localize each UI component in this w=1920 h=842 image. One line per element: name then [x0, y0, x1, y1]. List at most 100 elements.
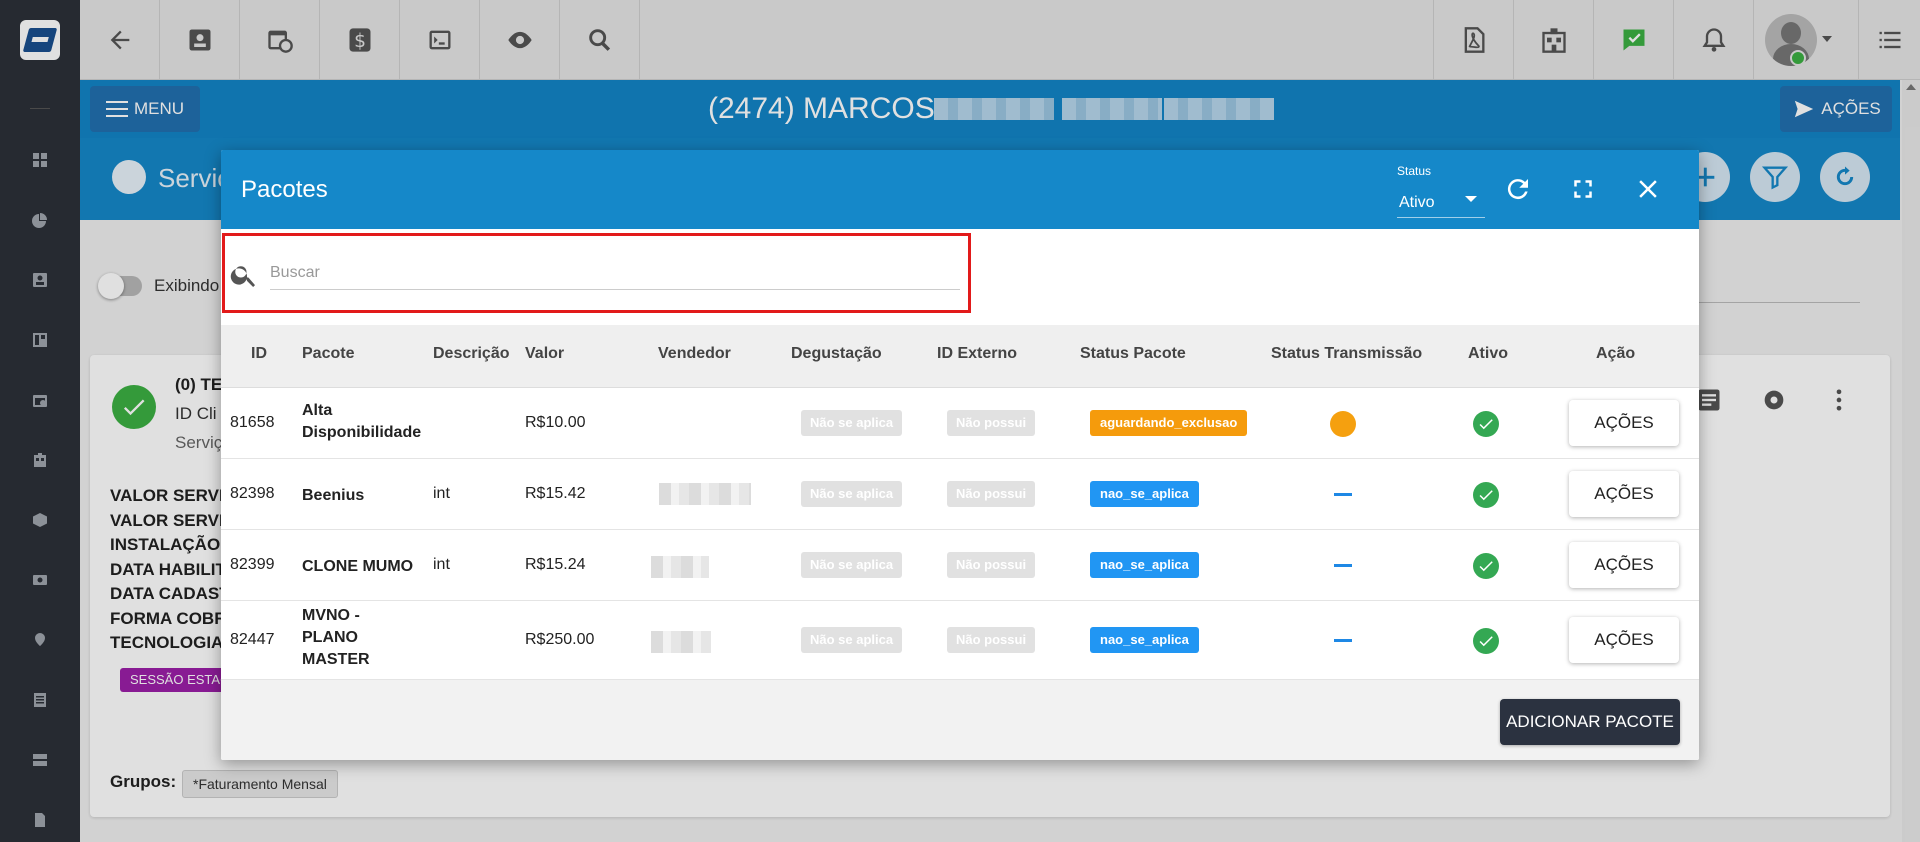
column-header[interactable]: Status Transmissão [1271, 345, 1422, 363]
cell-id: 81658 [230, 414, 275, 431]
money-icon[interactable] [32, 572, 48, 588]
column-header[interactable]: Status Pacote [1080, 345, 1186, 363]
package-icon[interactable] [32, 512, 48, 528]
acoes-header-button[interactable]: AÇÕES [1780, 86, 1892, 132]
page-scrollbar[interactable] [1902, 80, 1920, 842]
row-acoes-button[interactable]: AÇÕES [1569, 542, 1679, 588]
row-acoes-button[interactable]: AÇÕES [1569, 471, 1679, 517]
refresh-icon[interactable] [1503, 174, 1533, 204]
table-header: ID Pacote Descrição Valor Vendedor Degus… [221, 325, 1699, 388]
search-highlight [222, 233, 971, 313]
card-line: DATA HABILIT [110, 559, 226, 579]
redacted-vendedor [659, 483, 751, 505]
bell-icon[interactable] [1673, 0, 1753, 80]
degustacao-chip: Não se aplica [801, 552, 903, 578]
client-title: (2474) MARCOS [708, 92, 935, 125]
status-label: Status [1397, 164, 1432, 178]
document-icon[interactable] [32, 812, 48, 828]
active-check-icon [1473, 411, 1499, 437]
adicionar-pacote-button[interactable]: ADICIONAR PACOTE [1500, 699, 1680, 745]
column-header[interactable]: Ação [1596, 345, 1635, 363]
grupo-chip[interactable]: *Faturamento Mensal [182, 770, 338, 798]
redacted-name [1164, 98, 1274, 120]
dashboard-icon[interactable] [32, 152, 48, 168]
more-vert-icon[interactable] [1825, 386, 1853, 414]
list-doc-icon[interactable] [32, 692, 48, 708]
globe-icon [112, 160, 146, 194]
column-header[interactable]: Vendedor [658, 345, 731, 363]
search-input[interactable] [270, 256, 960, 290]
server-icon[interactable] [32, 752, 48, 768]
fullscreen-icon[interactable] [1568, 174, 1598, 204]
row-acoes-button[interactable]: AÇÕES [1569, 617, 1679, 663]
column-header[interactable]: Degustação [791, 345, 882, 363]
cell-id: 82398 [230, 485, 275, 502]
status-select[interactable]: Ativo [1397, 188, 1485, 218]
eye-icon[interactable] [480, 0, 560, 80]
table-row: 82398 Beenius int R$15.42 Não se aplica … [221, 459, 1699, 530]
card-title: (0) TE [175, 375, 223, 394]
card-line: DATA CADAST [110, 584, 230, 603]
active-check-icon [1473, 628, 1499, 654]
exibindo-toggle[interactable] [98, 273, 142, 299]
message-check-icon[interactable] [1593, 0, 1673, 80]
sidebar-divider [30, 108, 50, 109]
chevron-down-icon[interactable] [1822, 36, 1832, 42]
gear-icon[interactable] [1760, 386, 1788, 414]
modal-footer: ADICIONAR PACOTE [221, 680, 1699, 760]
status-pacote-chip: nao_se_aplica [1090, 552, 1199, 578]
map-pin-icon[interactable] [32, 632, 48, 648]
degustacao-chip: Não se aplica [801, 627, 903, 653]
top-toolbar: $ [80, 0, 1920, 80]
refresh-icon[interactable] [1820, 152, 1870, 202]
building-icon[interactable] [32, 452, 48, 468]
svg-text:$: $ [354, 31, 366, 52]
list-icon[interactable] [1858, 0, 1920, 80]
column-header[interactable]: ID [251, 345, 267, 363]
hamburger-icon [105, 101, 128, 117]
contact-card-icon[interactable] [160, 0, 240, 80]
pdf-icon[interactable] [1433, 0, 1513, 80]
card-line: TECNOLOGIA [110, 633, 224, 652]
filter-icon[interactable] [1750, 152, 1800, 202]
active-check-icon [1473, 482, 1499, 508]
search-icon[interactable] [560, 0, 640, 80]
notes-icon[interactable] [1695, 386, 1723, 414]
calendar-clock-icon[interactable] [240, 0, 320, 80]
column-header[interactable]: ID Externo [937, 345, 1017, 363]
terminal-icon[interactable] [400, 0, 480, 80]
pie-chart-icon[interactable] [32, 212, 48, 228]
close-icon[interactable] [1633, 174, 1663, 204]
redacted-name [934, 98, 1054, 120]
status-value: Ativo [1399, 194, 1435, 211]
status-check-icon [112, 385, 156, 429]
status-pacote-chip: aguardando_exclusao [1090, 410, 1248, 436]
dollar-icon[interactable]: $ [320, 0, 400, 80]
id-externo-chip: Não possui [947, 410, 1036, 436]
board-icon[interactable] [32, 332, 48, 348]
back-arrow-icon[interactable] [80, 0, 160, 80]
redacted-vendedor [651, 556, 709, 578]
card-subtitle: ID Cli [175, 404, 217, 423]
cell-descricao: int [433, 485, 450, 502]
table-row: 82447 MVNO - PLANO MASTER R$250.00 Não s… [221, 601, 1699, 680]
calendar-icon[interactable] [32, 392, 48, 408]
page-title: Serviç [158, 163, 231, 193]
redacted-vendedor [651, 631, 711, 653]
active-check-icon [1473, 553, 1499, 579]
dash-icon [1334, 493, 1352, 496]
cell-pacote: Beenius [302, 487, 365, 504]
menu-label: MENU [133, 99, 185, 118]
column-header[interactable]: Valor [525, 345, 564, 363]
row-acoes-button[interactable]: AÇÕES [1569, 400, 1679, 446]
column-header[interactable]: Pacote [302, 345, 354, 363]
app-logo[interactable] [20, 20, 60, 60]
menu-button[interactable]: MENU [90, 86, 200, 132]
building-icon[interactable] [1513, 0, 1593, 80]
dash-icon [1334, 564, 1352, 567]
column-header[interactable]: Ativo [1468, 345, 1508, 363]
contact-icon[interactable] [32, 272, 48, 288]
column-header[interactable]: Descrição [433, 345, 510, 363]
scroll-up-icon[interactable] [1906, 84, 1916, 90]
left-sidebar [0, 0, 80, 842]
